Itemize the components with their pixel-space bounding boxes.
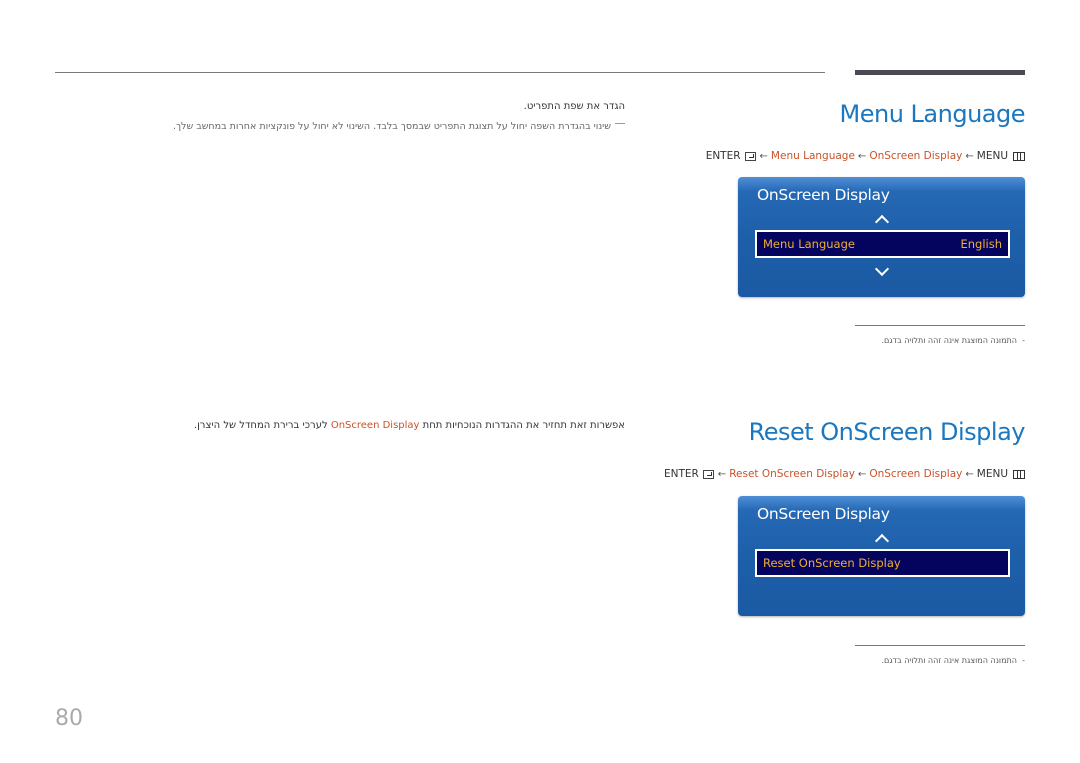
osd-title: OnScreen Display <box>757 186 890 204</box>
page-number: 80 <box>55 706 83 731</box>
osd-panel-reset-osd: OnScreen Display Reset OnScreen Display <box>738 496 1025 616</box>
reset-osd-description: אפשרות זאת תחזיר את ההגדרות הנוכחיות תחת… <box>194 420 625 431</box>
footnote-text: התמונה המוצגת אינה זהה ותלויה בדגם. <box>881 656 1018 665</box>
footnote-rule <box>855 325 1025 326</box>
footnote-bullet: - <box>1022 336 1025 345</box>
footnote-rule <box>855 645 1025 646</box>
menu-path-reset-osd: ENTER ← Reset OnScreen Display ← OnScree… <box>664 468 1025 480</box>
enter-label: ENTER <box>705 150 741 162</box>
arrow-icon: ← <box>857 150 867 162</box>
section-title-reset-osd: Reset OnScreen Display <box>748 418 1026 446</box>
footnote-menu-language: - התמונה המוצגת אינה זהה ותלויה בדגם. <box>882 336 1025 345</box>
note-dash-icon <box>615 123 625 124</box>
chevron-down-icon[interactable] <box>874 261 889 277</box>
header-rule-left <box>55 72 825 73</box>
arrow-icon: ← <box>717 468 727 480</box>
footnote-bullet: - <box>1022 656 1025 665</box>
enter-icon <box>702 469 714 479</box>
osd-row-label: Reset OnScreen Display <box>763 556 901 570</box>
description-pre: אפשרות זאת תחזיר את ההגדרות הנוכחיות תחת <box>422 420 625 431</box>
menu-icon <box>1013 151 1025 161</box>
path-parent-link[interactable]: OnScreen Display <box>869 468 962 480</box>
arrow-icon: ← <box>857 468 867 480</box>
footnote-reset-osd: - התמונה המוצגת אינה זהה ותלויה בדגם. <box>882 656 1025 665</box>
chevron-up-icon[interactable] <box>874 214 889 230</box>
chevron-up-icon[interactable] <box>874 533 889 549</box>
arrow-icon: ← <box>965 468 974 480</box>
osd-title: OnScreen Display <box>757 505 890 523</box>
path-item-link[interactable]: Menu Language <box>771 150 855 162</box>
menu-language-subnote-text: שינוי בהגדרת השפה יחול על תצוגת התפריט ש… <box>172 121 611 132</box>
osd-row-value: English <box>960 237 1002 251</box>
menu-language-subnote: שינוי בהגדרת השפה יחול על תצוגת התפריט ש… <box>173 121 625 132</box>
menu-icon <box>1013 469 1025 479</box>
osd-row-menu-language[interactable]: Menu Language English <box>755 230 1010 258</box>
osd-panel-menu-language: OnScreen Display Menu Language English <box>738 177 1025 297</box>
osd-row-label: Menu Language <box>763 237 855 251</box>
menu-language-description: הגדר את שפת התפריט. <box>523 101 625 112</box>
section-title-menu-language: Menu Language <box>839 100 1026 128</box>
enter-label: ENTER <box>663 468 699 480</box>
description-link[interactable]: OnScreen Display <box>331 420 420 431</box>
arrow-icon: ← <box>965 150 974 162</box>
enter-icon <box>744 151 756 161</box>
menu-label: MENU <box>976 468 1008 480</box>
path-parent-link[interactable]: OnScreen Display <box>869 150 962 162</box>
description-post: לערכי ברירת המחדל של היצרן. <box>193 420 328 431</box>
arrow-icon: ← <box>759 150 768 162</box>
path-item-link[interactable]: Reset OnScreen Display <box>729 468 855 480</box>
header-rule-right <box>855 70 1025 75</box>
menu-path-menu-language: ENTER ← Menu Language ← OnScreen Display… <box>706 150 1025 162</box>
osd-row-reset-osd[interactable]: Reset OnScreen Display <box>755 549 1010 577</box>
footnote-text: התמונה המוצגת אינה זהה ותלויה בדגם. <box>881 336 1018 345</box>
menu-label: MENU <box>976 150 1008 162</box>
